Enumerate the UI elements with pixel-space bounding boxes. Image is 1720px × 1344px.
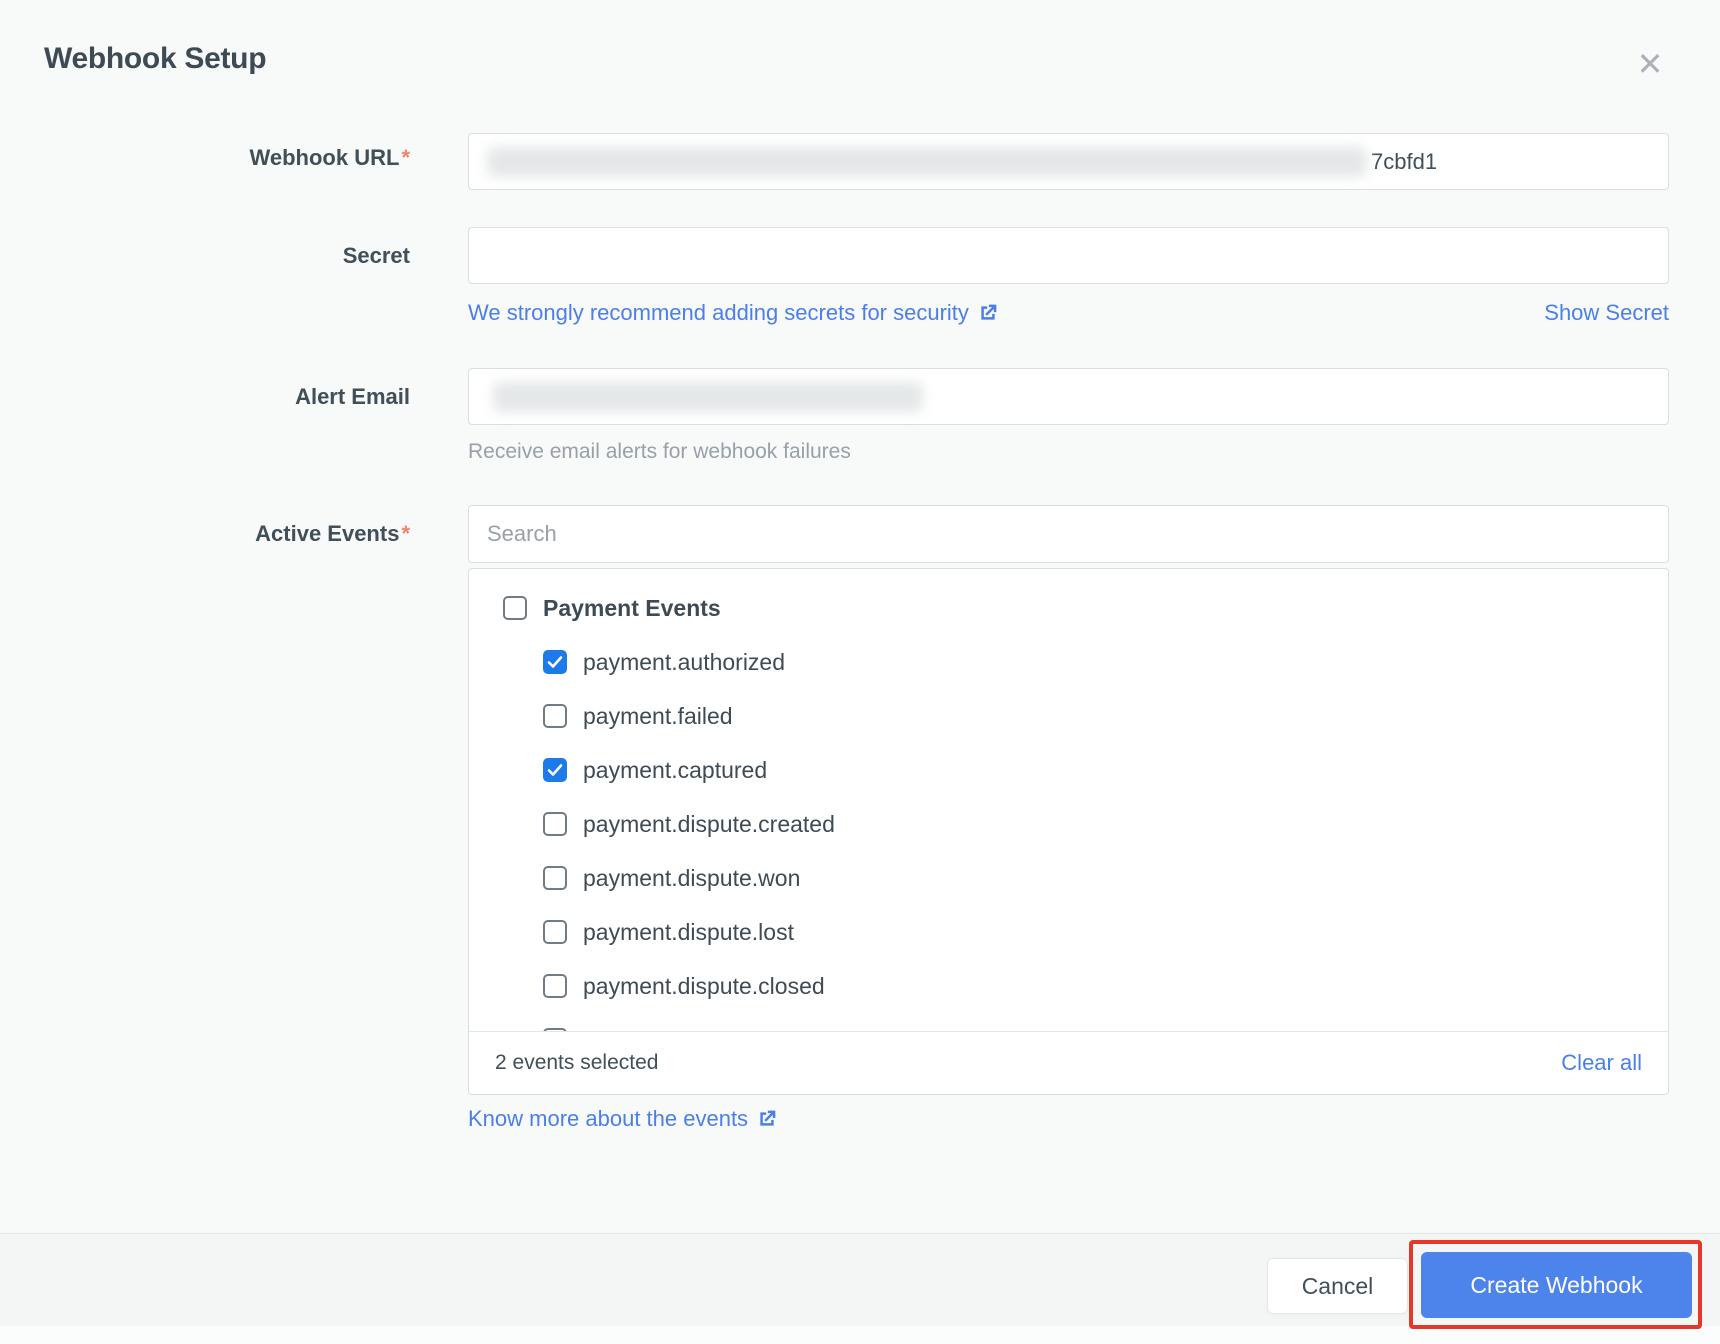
event-checkbox[interactable] xyxy=(543,704,567,728)
show-secret-link[interactable]: Show Secret xyxy=(1544,300,1669,326)
event-row: payment.dispute.won xyxy=(469,851,1668,905)
close-icon[interactable]: ✕ xyxy=(1628,42,1672,86)
event-checkbox[interactable] xyxy=(543,650,567,674)
event-row: payment.failed xyxy=(469,689,1668,743)
event-label: payment.dispute.lost xyxy=(583,919,794,946)
event-group-row: Payment Events xyxy=(469,581,1668,635)
webhook-url-suffix: 7cbfd1 xyxy=(1371,149,1437,175)
webhook-url-input[interactable]: 7cbfd1 xyxy=(468,133,1669,190)
event-label: payment.authorized xyxy=(583,649,785,676)
required-marker: * xyxy=(401,521,410,546)
events-search-input[interactable] xyxy=(468,505,1669,563)
events-list[interactable]: Payment Events payment.authorized paymen… xyxy=(469,569,1668,1031)
group-checkbox[interactable] xyxy=(503,596,527,620)
cancel-button[interactable]: Cancel xyxy=(1267,1258,1408,1314)
event-label: payment.captured xyxy=(583,757,767,784)
alert-email-helper: Receive email alerts for webhook failure… xyxy=(468,440,851,464)
redacted-url-value xyxy=(487,147,1367,177)
know-more-link[interactable]: Know more about the events xyxy=(468,1106,777,1132)
event-row: payment.dispute.under_review xyxy=(469,1013,1668,1031)
page-title: Webhook Setup xyxy=(44,42,266,76)
event-checkbox[interactable] xyxy=(543,974,567,998)
events-footer: 2 events selected Clear all xyxy=(469,1031,1668,1094)
event-row: payment.captured xyxy=(469,743,1668,797)
event-label: payment.dispute.won xyxy=(583,865,800,892)
event-row: payment.dispute.lost xyxy=(469,905,1668,959)
event-checkbox[interactable] xyxy=(543,758,567,782)
secret-input[interactable] xyxy=(468,227,1669,284)
redacted-email-value xyxy=(493,382,923,412)
alert-email-label: Alert Email xyxy=(295,384,410,410)
event-group-label: Payment Events xyxy=(543,595,721,622)
external-link-icon xyxy=(978,303,998,323)
secret-label: Secret xyxy=(343,243,410,269)
create-webhook-button[interactable]: Create Webhook xyxy=(1421,1252,1692,1318)
event-row: payment.authorized xyxy=(469,635,1668,689)
secret-helper-link[interactable]: We strongly recommend adding secrets for… xyxy=(468,300,998,326)
event-row: payment.dispute.created xyxy=(469,797,1668,851)
selected-count: 2 events selected xyxy=(495,1051,658,1075)
webhook-url-label: Webhook URL* xyxy=(250,145,410,171)
active-events-label: Active Events* xyxy=(255,521,410,547)
events-list-container: Payment Events payment.authorized paymen… xyxy=(468,568,1669,1095)
event-label: payment.dispute.created xyxy=(583,811,835,838)
required-marker: * xyxy=(401,145,410,170)
event-checkbox[interactable] xyxy=(543,920,567,944)
event-label: payment.failed xyxy=(583,703,733,730)
event-checkbox[interactable] xyxy=(543,812,567,836)
bottom-strip xyxy=(0,1326,1720,1344)
external-link-icon xyxy=(757,1109,777,1129)
event-checkbox[interactable] xyxy=(543,866,567,890)
event-row: payment.dispute.closed xyxy=(469,959,1668,1013)
clear-all-link[interactable]: Clear all xyxy=(1561,1050,1642,1076)
event-label: payment.dispute.closed xyxy=(583,973,825,1000)
alert-email-input[interactable] xyxy=(468,368,1669,425)
